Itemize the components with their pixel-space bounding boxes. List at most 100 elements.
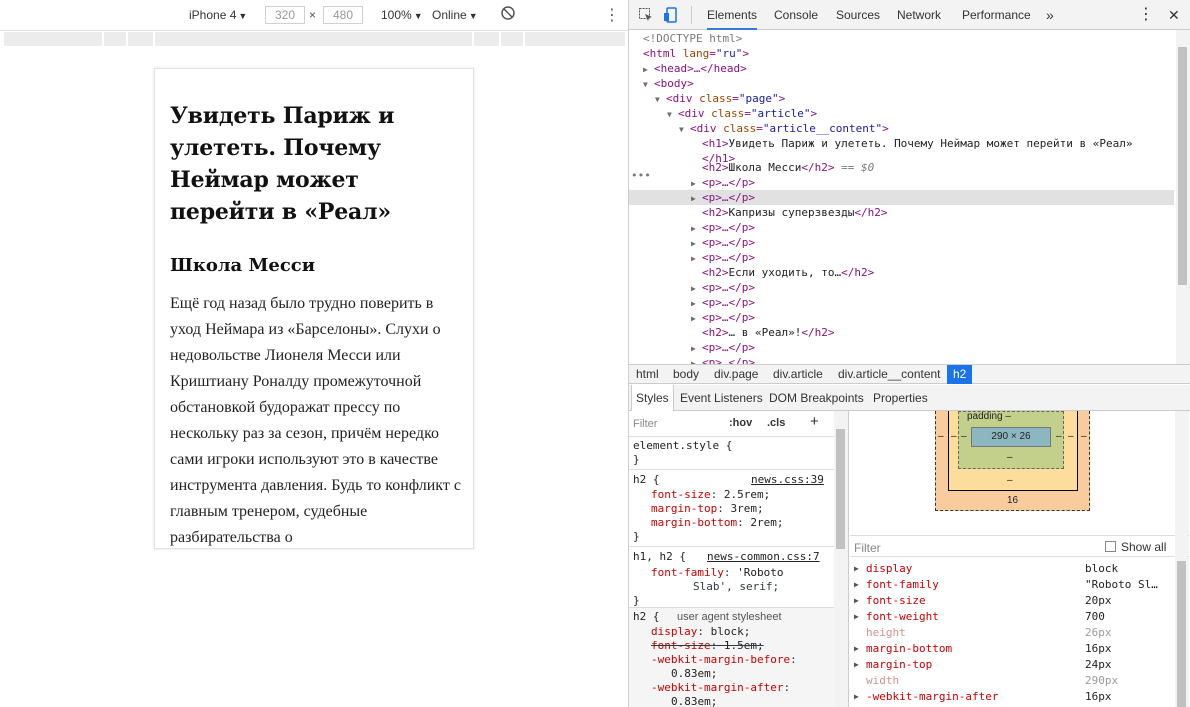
computed-scroll-thumb[interactable] [1177,561,1186,707]
checkbox-icon[interactable] [1105,541,1116,552]
breadcrumb-div-article-content[interactable]: div.article__content [832,365,947,384]
collapse-triangle-icon[interactable]: ▼ [655,92,666,107]
expand-triangle-icon[interactable]: ▶ [854,689,859,705]
dom-node-p[interactable]: ▶ <p>…</p> [691,355,755,364]
more-tabs-icon[interactable]: » [1046,0,1054,30]
computed-property-row[interactable]: ▶ font-size 20px [850,593,1175,609]
tab-performance[interactable]: Performance [962,0,1031,30]
css-declaration[interactable]: font-size: 2.5rem; [651,488,770,502]
expand-triangle-icon[interactable]: ▶ [691,236,702,251]
tab-properties[interactable]: Properties [873,385,928,411]
css-declaration[interactable]: font-family: 'Roboto [651,566,783,580]
computed-filter-input[interactable]: Filter [854,541,881,555]
dom-node-p[interactable]: ▶ <p>…</p> [691,280,755,295]
dom-node-head[interactable]: ▶ <head>…</head> [643,61,747,76]
width-input[interactable]: 320 [265,6,305,24]
rule-source-link[interactable]: news.css:39 [751,473,824,487]
hover-state-toggle[interactable]: :hov [729,416,752,430]
expand-triangle-icon[interactable]: ▶ [691,356,702,364]
devtools-menu-icon[interactable]: ⋮ [1138,0,1154,30]
media-query-segment[interactable] [4,32,103,46]
network-throttle-select[interactable]: Online ▼ [432,8,478,22]
breadcrumb-div-article[interactable]: div.article [767,365,829,384]
expand-triangle-icon[interactable]: ▶ [691,221,702,236]
dom-node-div-article-content[interactable]: ▼ <div class="article__content"> [679,121,889,136]
dom-node-p[interactable]: ▶ <p>…</p> [691,250,755,265]
close-devtools-icon[interactable]: ✕ [1168,0,1180,30]
tab-dom-breakpoints[interactable]: DOM Breakpoints [769,385,864,411]
expand-triangle-icon[interactable]: ▶ [691,281,702,296]
dom-node-doctype[interactable]: <!DOCTYPE html> [643,31,742,46]
collapse-triangle-icon[interactable]: ▼ [667,107,678,122]
expand-triangle-icon[interactable]: ▶ [691,191,702,206]
dom-node-div-page[interactable]: ▼ <div class="page"> [655,91,785,106]
media-query-segment[interactable] [474,32,500,46]
styles-scroll-thumb[interactable] [836,429,845,549]
tab-elements[interactable]: Elements [707,0,758,30]
tab-styles[interactable]: Styles [631,385,674,411]
dom-node-h2[interactable]: <h2>Если уходить, то…</h2> [702,265,874,280]
dom-node-h1[interactable]: <h1>Увидеть Париж и улететь. Почему Нейм… [702,136,1132,151]
new-rule-icon[interactable]: + [810,414,819,429]
expand-triangle-icon[interactable]: ▶ [854,577,859,593]
computed-property-row[interactable]: ▶ -webkit-margin-after 16px [850,689,1175,705]
device-select[interactable]: iPhone 4 ▼ [189,8,247,22]
expand-triangle-icon[interactable]: ▶ [854,641,859,657]
breadcrumb-html[interactable]: html [630,365,665,384]
media-query-segment[interactable] [501,32,524,46]
computed-property-row[interactable]: ▶ margin-bottom 16px [850,641,1175,657]
inspect-element-icon[interactable] [638,7,654,23]
collapse-triangle-icon[interactable]: ▼ [679,122,690,137]
rule-source-link[interactable]: news-common.css:7 [707,550,820,564]
expand-triangle-icon[interactable]: ▶ [691,176,702,191]
breadcrumb-div-page[interactable]: div.page [708,365,764,384]
device-toggle-icon[interactable] [663,7,679,23]
computed-property-row[interactable]: height 26px [850,625,1175,641]
css-declaration[interactable]: margin-bottom: 2rem; [651,516,783,530]
expand-triangle-icon[interactable]: ▶ [643,62,654,77]
class-toggle[interactable]: .cls [767,416,785,430]
media-query-segment[interactable] [104,32,127,46]
media-query-segment[interactable] [128,32,154,46]
dom-node-p[interactable]: ▶ <p>…</p> [691,220,755,235]
height-input[interactable]: 480 [323,6,363,24]
expand-triangle-icon[interactable]: ▶ [691,311,702,326]
tab-event-listeners[interactable]: Event Listeners [680,385,763,411]
dom-node-p[interactable]: ▶ <p>…</p> [691,310,755,325]
expand-triangle-icon[interactable]: ▶ [691,251,702,266]
styles-filter-input[interactable]: Filter [633,417,657,431]
computed-property-row[interactable]: ▶ margin-top 24px [850,657,1175,673]
dom-node-div-article[interactable]: ▼ <div class="article"> [667,106,817,121]
breadcrumb-h2[interactable]: h2 [947,365,973,384]
breadcrumb-body[interactable]: body [667,365,705,384]
more-options-icon[interactable]: ⋮ [604,5,620,25]
css-declaration[interactable]: margin-top: 3rem; [651,502,764,516]
expand-triangle-icon[interactable]: ▶ [854,561,859,577]
expand-triangle-icon[interactable]: ▶ [854,609,859,625]
expand-triangle-icon[interactable]: ▶ [691,296,702,311]
computed-property-row[interactable]: width 290px [850,673,1175,689]
rule-selector[interactable]: h1, h2 { [633,550,686,564]
dom-node-p[interactable]: ▶ <p>…</p> [691,340,755,355]
collapse-triangle-icon[interactable]: ▼ [643,77,654,92]
expand-triangle-icon[interactable]: ▶ [854,593,859,609]
dom-tree-scroll-thumb[interactable] [1178,47,1187,285]
dom-node-html[interactable]: <html lang="ru"> [643,46,749,61]
dom-node-body[interactable]: ▼ <body> [643,76,694,91]
dom-node-p[interactable]: ▶ <p>…</p> [691,295,755,310]
dom-node-h2-selected[interactable]: <h2>Школа Месси</h2> == $0 [702,160,874,175]
box-model-content[interactable]: 290 × 26 [971,427,1051,447]
computed-property-row[interactable]: ▶ font-family "Roboto Sl… [850,577,1175,593]
dom-node-h2[interactable]: <h2>… в «Реал»!</h2> [702,325,834,340]
rule-selector[interactable]: h2 { [633,473,660,487]
tab-sources[interactable]: Sources [836,0,880,30]
dom-node-p[interactable]: ▶ <p>…</p> [691,175,755,190]
computed-property-row[interactable]: ▶ display block [850,561,1175,577]
expand-triangle-icon[interactable]: ▶ [854,657,859,673]
node-options-icon[interactable]: ••• [631,168,651,183]
computed-property-row[interactable]: ▶ font-weight 700 [850,609,1175,625]
show-all-checkbox[interactable]: Show all [1105,540,1166,554]
expand-triangle-icon[interactable]: ▶ [691,341,702,356]
rule-selector[interactable]: h2 { [633,610,660,624]
element-style-selector[interactable]: element.style { [633,439,732,453]
